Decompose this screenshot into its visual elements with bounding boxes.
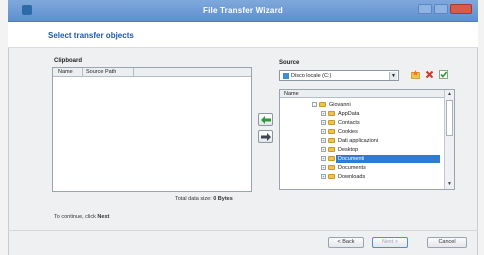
delete-icon[interactable] — [425, 70, 434, 79]
tree-item[interactable]: + Downloads — [280, 173, 444, 181]
arrow-left-icon — [261, 116, 271, 124]
footer-divider — [8, 230, 478, 231]
continue-hint-text: To continue, click — [54, 214, 96, 220]
tree-item-label: Contacts — [338, 120, 360, 126]
tree-item[interactable]: + Documents — [280, 164, 444, 172]
column-name-header[interactable]: Name — [284, 91, 299, 97]
column-name-header[interactable]: Name — [58, 69, 73, 75]
clipboard-list[interactable]: Name Source Path — [52, 67, 252, 192]
expand-icon[interactable]: + — [321, 156, 326, 161]
source-drive-select[interactable]: Disco locale (C:) ▼ — [279, 70, 399, 81]
tree-item-label: Giovanni — [329, 102, 351, 108]
scrollbar-thumb[interactable] — [446, 100, 453, 136]
tree-item[interactable]: + Cookies — [280, 128, 444, 136]
expand-icon[interactable]: + — [321, 120, 326, 125]
window-controls — [418, 4, 472, 14]
folder-icon — [328, 129, 335, 134]
expand-icon[interactable]: + — [321, 174, 326, 179]
source-label: Source — [279, 60, 300, 66]
expand-icon[interactable]: + — [321, 129, 326, 134]
tree-item-label: Downloads — [338, 174, 366, 180]
expand-icon[interactable]: + — [321, 165, 326, 170]
expand-icon[interactable]: + — [321, 138, 326, 143]
folder-icon — [328, 120, 335, 125]
arrow-right-icon — [261, 133, 271, 141]
expand-icon[interactable]: + — [321, 111, 326, 116]
window-title: File Transfer Wizard — [203, 6, 283, 15]
tree-item-label: Dati applicazioni — [338, 138, 379, 144]
add-to-clipboard-button[interactable] — [258, 113, 273, 126]
folder-icon — [328, 156, 335, 161]
source-tree-header: Name — [280, 90, 444, 98]
remove-from-clipboard-button[interactable] — [258, 130, 273, 143]
drive-icon — [283, 73, 289, 79]
tree-item[interactable]: + AppData — [280, 110, 444, 118]
minimize-button[interactable] — [418, 4, 432, 14]
tree-item-selected[interactable]: + Documenti — [280, 155, 444, 163]
expand-icon[interactable]: + — [321, 147, 326, 152]
scroll-up-icon[interactable]: ▲ — [446, 91, 453, 98]
column-source-path-header[interactable]: Source Path — [86, 69, 116, 75]
tree-item-label: Documents — [338, 165, 366, 171]
cancel-button[interactable]: Cancel — [427, 237, 467, 248]
next-button[interactable]: Next > — [372, 237, 408, 248]
folder-icon — [328, 174, 335, 179]
source-drive-value: Disco locale (C:) — [291, 73, 332, 79]
folder-star-icon[interactable] — [411, 70, 420, 79]
chevron-down-icon[interactable]: ▼ — [389, 72, 397, 80]
folder-icon — [319, 102, 326, 107]
clipboard-label: Clipboard — [54, 58, 82, 64]
checkmark-icon[interactable] — [439, 70, 448, 79]
maximize-button[interactable] — [434, 4, 448, 14]
source-tree-scrollbar[interactable]: ▲ ▼ — [444, 90, 454, 189]
tree-item[interactable]: - Giovanni — [280, 101, 444, 109]
column-separator — [82, 68, 83, 76]
total-size-value: 0 Bytes — [213, 196, 233, 202]
back-button[interactable]: < Back — [328, 237, 364, 248]
column-separator — [133, 68, 134, 76]
source-tree[interactable]: Name - Giovanni + AppData + Contacts + C… — [279, 89, 455, 190]
title-bar[interactable]: File Transfer Wizard — [8, 0, 478, 22]
close-button[interactable] — [450, 4, 472, 14]
tree-item-label: AppData — [338, 111, 360, 117]
folder-icon — [328, 111, 335, 116]
wizard-header: Select transfer objects — [8, 22, 478, 48]
scroll-down-icon[interactable]: ▼ — [446, 181, 453, 188]
total-data-size: Total data size: 0 Bytes — [175, 196, 233, 202]
continue-hint: To continue, click Next — [54, 214, 109, 220]
page-title: Select transfer objects — [48, 31, 134, 40]
clipboard-list-header: Name Source Path — [53, 68, 251, 77]
folder-icon — [328, 165, 335, 170]
tree-item[interactable]: + Desktop — [280, 146, 444, 154]
tree-item[interactable]: + Contacts — [280, 119, 444, 127]
collapse-icon[interactable]: - — [312, 102, 317, 107]
folder-icon — [328, 147, 335, 152]
tree-item-label: Documenti — [336, 155, 440, 163]
tree-item-label: Desktop — [338, 147, 359, 153]
total-size-label: Total data size: — [175, 196, 212, 202]
tree-item[interactable]: + Dati applicazioni — [280, 137, 444, 145]
folder-icon — [328, 138, 335, 143]
tree-item-label: Cookies — [338, 129, 358, 135]
continue-hint-next: Next — [97, 214, 110, 220]
